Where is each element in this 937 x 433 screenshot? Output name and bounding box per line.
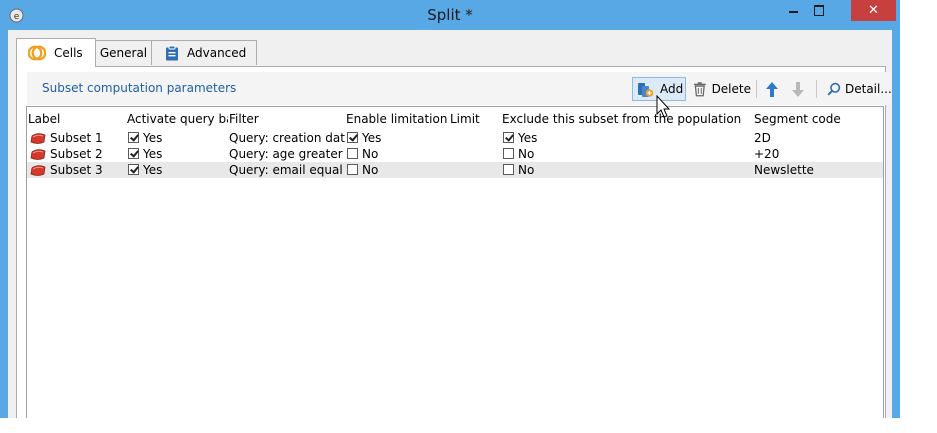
close-icon: ✕ [868,3,879,18]
cell-limit[interactable] [450,162,501,178]
mouse-cursor-icon [656,95,671,118]
checkbox[interactable] [128,148,139,159]
subset-icon [30,132,46,144]
cell-enable-limitation-text: Yes [362,131,382,145]
search-icon [827,82,841,96]
move-down-button[interactable] [788,77,808,101]
add-icon [638,82,654,97]
checkbox[interactable] [128,132,139,143]
subset-icon [30,164,46,176]
window-title: Split * [427,6,473,24]
cell-enable-limitation[interactable]: Yes [346,130,449,146]
trash-icon [693,82,706,97]
toolbar-separator [756,80,757,98]
detail-button-label: Detail... [845,82,892,96]
delete-button[interactable]: Delete [691,77,751,101]
cell-enable-limitation[interactable]: No [346,146,449,162]
cell-enable-limitation-text: No [362,163,379,177]
cell-segment-code[interactable]: Newslette [754,162,883,178]
cell-activate-query-text: Yes [143,147,163,161]
cell-activate-query[interactable]: Yes [127,146,228,162]
move-up-button[interactable] [762,77,782,101]
checkbox[interactable] [503,132,514,143]
column-header-filter[interactable]: Filter [229,110,345,128]
cell-filter[interactable]: Query: creation dat... [229,130,345,146]
subsets-grid[interactable]: Label Activate query bas... Filter Enabl… [26,106,884,418]
tab-general[interactable]: General [95,40,152,65]
tab-advanced[interactable]: Advanced [151,40,257,65]
delete-button-label: Delete [711,82,751,96]
cell-segment-code[interactable]: 2D [754,130,883,146]
section-title: Subset computation parameters [42,81,237,95]
subset-icon [30,148,46,160]
cell-exclude-text: No [518,147,535,161]
close-button[interactable]: ✕ [851,0,896,21]
toolbar-separator [816,80,817,98]
cell-label[interactable]: Subset 2 [28,146,126,162]
cell-segment-code[interactable]: +20 [754,146,883,162]
cell-label-text: Subset 1 [50,131,103,145]
cell-exclude-text: Yes [518,131,538,145]
cell-label[interactable]: Subset 1 [28,130,126,146]
column-header-label[interactable]: Label [28,110,126,128]
checkbox[interactable] [128,164,139,175]
cell-filter[interactable]: Query: age greater th... [229,146,345,162]
cell-activate-query[interactable]: Yes [127,130,228,146]
cell-filter[interactable]: Query: email equal t... [229,162,345,178]
window-client-area: Cells General Advanced Subset computatio… [8,30,892,418]
minimize-icon [789,11,798,13]
cell-activate-query[interactable]: Yes [127,162,228,178]
cells-icon [28,45,46,61]
tab-cells[interactable]: Cells [16,38,96,67]
arrow-down-icon [792,81,804,97]
cell-filter-text: Query: creation dat... [229,131,345,145]
cell-enable-limitation-text: No [362,147,379,161]
cell-filter-text: Query: email equal t... [229,163,345,177]
column-header-enable-limitation[interactable]: Enable limitation [346,110,449,128]
tab-label-advanced: Advanced [187,46,247,60]
tab-label-cells: Cells [54,46,83,60]
cell-exclude[interactable]: Yes [502,130,753,146]
cell-limit[interactable] [450,130,501,146]
table-row[interactable]: Subset 2 Yes Query: age greater th... No No +… [27,146,883,162]
cell-exclude[interactable]: No [502,162,753,178]
cell-label[interactable]: Subset 3 [28,162,126,178]
column-header-segment-code[interactable]: Segment code [754,110,883,128]
maximize-button[interactable] [806,0,832,21]
checkbox[interactable] [503,164,514,175]
table-row[interactable]: Subset 1 Yes Query: creation dat... Yes Yes 2… [27,130,883,146]
section-toolbar: Subset computation parameters Add Delete… [27,72,893,105]
cell-limit[interactable] [450,146,501,162]
clipboard-icon [166,45,178,61]
tab-label-general: General [99,46,148,60]
checkbox[interactable] [503,148,514,159]
column-header-exclude[interactable]: Exclude this subset from the population [502,110,753,128]
cell-segment-code-text: 2D [754,131,771,145]
arrow-up-icon [766,81,778,97]
cell-activate-query-text: Yes [143,131,163,145]
cell-filter-text: Query: age greater th... [229,147,345,161]
title-bar[interactable]: e Split * ✕ [0,0,900,30]
cell-enable-limitation[interactable]: No [346,162,449,178]
cell-segment-code-text: +20 [754,147,780,161]
split-window: e Split * ✕ Cells General Advanced Subse… [0,0,900,418]
cell-exclude[interactable]: No [502,146,753,162]
detail-button[interactable]: Detail... [823,77,893,101]
maximize-icon [814,5,824,16]
checkbox[interactable] [347,132,358,143]
column-header-limit[interactable]: Limit [450,110,501,128]
checkbox[interactable] [347,164,358,175]
cell-exclude-text: No [518,163,535,177]
cell-activate-query-text: Yes [143,163,163,177]
cell-segment-code-text: Newslette [754,163,814,177]
cell-label-text: Subset 2 [50,147,103,161]
table-row[interactable]: Subset 3 Yes Query: email equal t... No No Ne… [27,162,883,178]
grid-header: Label Activate query bas... Filter Enabl… [27,110,883,128]
minimize-button[interactable] [780,0,806,21]
cell-label-text: Subset 3 [50,163,103,177]
add-button-label: Add [660,82,684,96]
column-header-activate-query[interactable]: Activate query bas... [127,110,228,128]
checkbox[interactable] [347,148,358,159]
